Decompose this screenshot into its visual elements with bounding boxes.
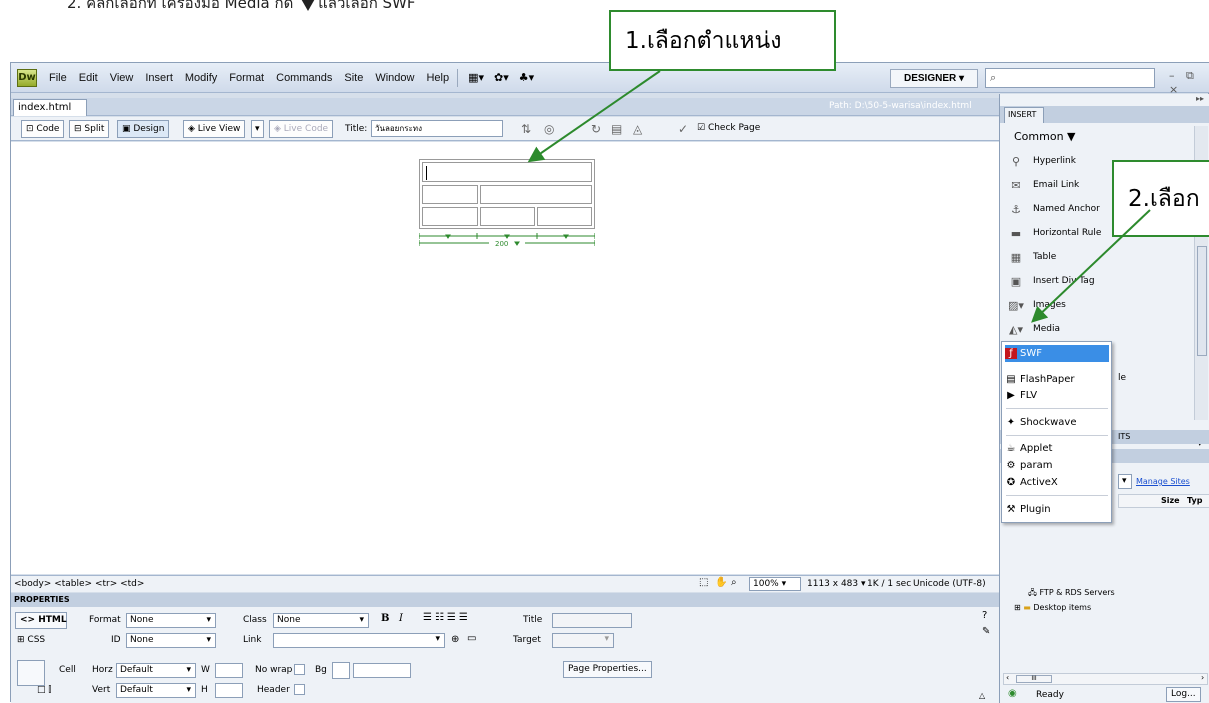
arrow-step1	[527, 70, 661, 163]
annotation-arrows	[527, 70, 1151, 323]
arrow-step2	[1031, 209, 1151, 323]
